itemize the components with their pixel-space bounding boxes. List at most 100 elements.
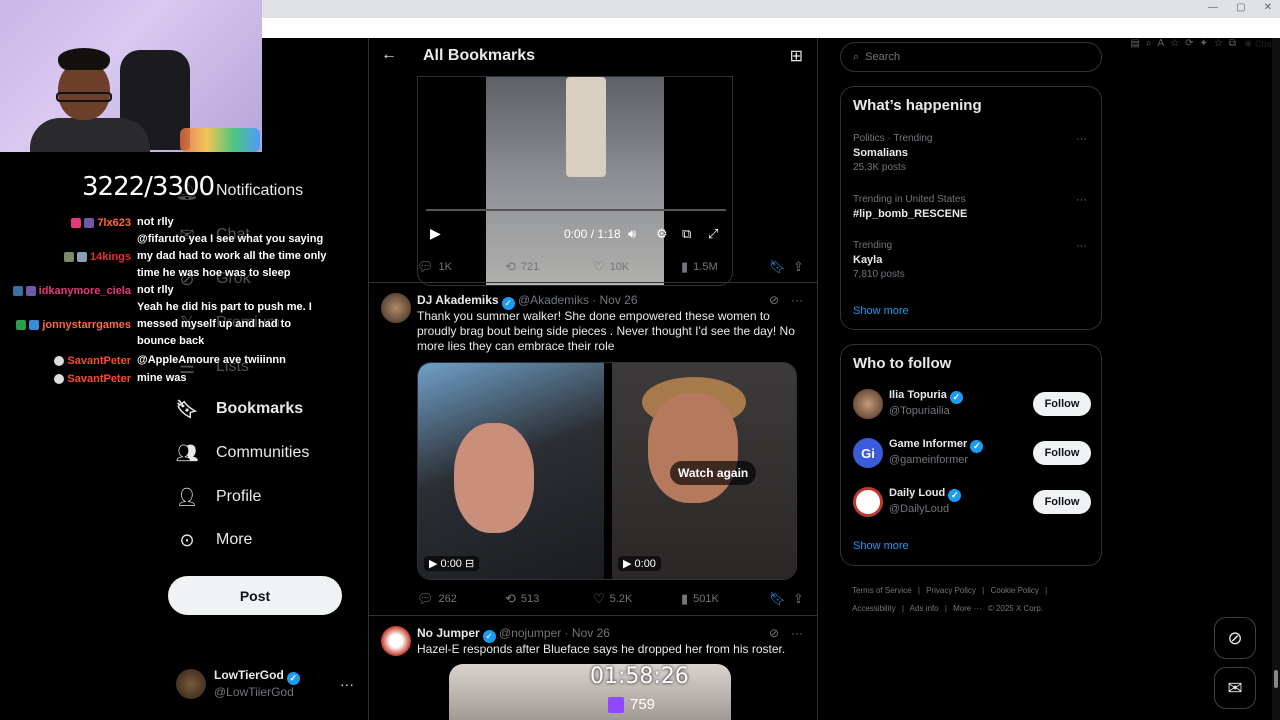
chat-user-cell: 7lx623 — [6, 214, 137, 231]
star-icon[interactable]: ☆ — [1170, 38, 1179, 49]
nav-bookmarks[interactable]: 🔖︎ Bookmarks — [176, 398, 304, 420]
nav-communities[interactable]: 👥︎ Communities — [176, 442, 310, 464]
game-informer-logo-icon[interactable]: Gi — [853, 438, 883, 468]
grok-float-button[interactable]: ⊘ — [1214, 617, 1256, 659]
scrollbar-thumb[interactable] — [1274, 670, 1278, 688]
refresh-icon[interactable]: ⟳ — [1185, 38, 1193, 49]
chat-username[interactable]: 7lx623 — [97, 217, 131, 229]
collections-icon[interactable]: ⧉ — [1229, 38, 1236, 49]
avatar[interactable] — [381, 626, 411, 656]
footer-more-link[interactable]: More ··· — [953, 604, 981, 613]
reader-icon[interactable]: ▤ — [1130, 38, 1139, 49]
trend-item[interactable]: Trending Kayla 7,810 posts ··· — [853, 240, 1093, 280]
share-icon: ⇪ — [793, 591, 804, 606]
accessibility-link[interactable]: Accessibility — [852, 604, 896, 613]
follow-suggestion[interactable]: Ilia Topuria ✓ @Topuriailia Follow — [853, 389, 1091, 421]
privacy-link[interactable]: Privacy Policy — [926, 586, 976, 595]
mail-icon: ✉ — [1227, 677, 1243, 698]
chat-username[interactable]: 14kings — [90, 251, 131, 263]
author-handle[interactable]: @nojumper — [499, 626, 561, 640]
chat-text: not rlly — [137, 216, 174, 228]
daily-loud-logo-icon[interactable] — [853, 487, 883, 517]
tweet-date[interactable]: · Nov 26 — [565, 626, 610, 640]
follow-button[interactable]: Follow — [1033, 490, 1091, 514]
author-name[interactable]: DJ Akademiks — [417, 293, 499, 307]
zoom-icon[interactable]: ⌕ — [1146, 38, 1152, 49]
avatar[interactable] — [381, 293, 411, 323]
views-button[interactable]: ▮ 1.5M — [681, 259, 718, 275]
follow-button[interactable]: Follow — [1033, 441, 1091, 465]
favorites-icon[interactable]: ☆ — [1214, 38, 1223, 49]
play-icon[interactable]: ▶ — [430, 225, 441, 242]
tweet-date[interactable]: · Nov 26 — [592, 293, 637, 307]
views-button[interactable]: ▮ 501K — [681, 591, 719, 607]
watch-again-button[interactable]: Watch again — [670, 461, 757, 485]
more-icon[interactable]: ··· — [791, 293, 803, 307]
bookmark-button[interactable]: 🔖︎ — [769, 259, 786, 275]
avatar[interactable] — [853, 389, 883, 419]
video-player[interactable]: ▶ 0:00 / 1:18 🔊︎ ⚙ ⧉ ⤢ — [417, 76, 733, 286]
nav-more[interactable]: ⊙ More — [176, 529, 252, 551]
account-switcher[interactable]: LowTierGod ✓ @LowTiierGod — [176, 668, 300, 699]
video-progress-bar[interactable] — [426, 209, 726, 211]
share-icon: ⇪ — [793, 259, 804, 274]
chat-text: Yeah he did his part to push me. I messe… — [137, 301, 312, 347]
reply-button[interactable]: 💬︎ 1K — [417, 259, 452, 275]
back-arrow-icon[interactable]: ← — [381, 46, 397, 64]
chat-username[interactable]: SavantPeter — [67, 355, 131, 367]
follow-suggestion[interactable]: Gi Game Informer ✓ @gameinformer Follow — [853, 438, 1091, 470]
show-more-link[interactable]: Show more — [853, 540, 909, 552]
text-icon[interactable]: A — [1157, 38, 1164, 49]
show-more-link[interactable]: Show more — [853, 305, 909, 317]
fullscreen-icon[interactable]: ⤢ — [708, 226, 718, 242]
trend-item[interactable]: Politics · Trending Somalians 25.3K post… — [853, 133, 1093, 173]
maximize-icon[interactable]: ▢ — [1236, 2, 1245, 13]
ads-info-link[interactable]: Ads info — [910, 604, 939, 613]
like-button[interactable]: ♡ 10K — [593, 259, 629, 275]
nav-profile[interactable]: 👤︎ Profile — [176, 486, 262, 508]
new-folder-icon[interactable]: ⊞ — [790, 46, 803, 66]
more-icon[interactable]: ··· — [791, 626, 803, 640]
grok-icon[interactable]: ⊘ — [769, 293, 779, 307]
page-scrollbar[interactable] — [1272, 38, 1280, 720]
follow-suggestion[interactable]: Daily Loud ✓ @DailyLoud Follow — [853, 487, 1091, 519]
chat-username[interactable]: idkanymore_ciela — [39, 285, 131, 297]
video-thumbnail-left[interactable]: ▶ 0:00 ⊟ — [418, 363, 604, 579]
like-button[interactable]: ♡ 5.2K — [593, 591, 632, 607]
search-input[interactable]: ⌕ Search — [840, 42, 1102, 72]
account-more-icon[interactable]: ··· — [340, 676, 354, 692]
share-button[interactable]: ⇪ — [793, 591, 804, 607]
more-icon[interactable]: ··· — [1076, 240, 1087, 252]
author-name[interactable]: No Jumper — [417, 626, 480, 640]
settings-icon[interactable]: ⚙ — [656, 226, 668, 242]
messages-float-button[interactable]: ✉ — [1214, 667, 1256, 709]
post-button[interactable]: Post — [168, 576, 342, 615]
grok-icon[interactable]: ⊘ — [769, 626, 779, 640]
chat-message: SavantPeter mine was — [6, 370, 329, 387]
reply-button[interactable]: 💬︎ 262 — [417, 591, 457, 607]
more-icon[interactable]: ··· — [1076, 133, 1087, 145]
bookmark-button[interactable]: 🔖︎ — [769, 591, 786, 607]
cookie-link[interactable]: Cookie Policy — [990, 586, 1038, 595]
repost-button[interactable]: ⟲ 513 — [505, 591, 539, 607]
browser-chat-button[interactable]: ◉ Chat — [1244, 38, 1274, 49]
minimize-icon[interactable]: — — [1208, 2, 1218, 13]
footer-divider: | — [917, 586, 920, 595]
author-handle[interactable]: @Akademiks — [518, 293, 589, 307]
chat-username[interactable]: SavantPeter — [67, 373, 131, 385]
follow-button[interactable]: Follow — [1033, 392, 1091, 416]
address-bar[interactable]: ▤ ⌕ A ☆ ⟳ ✦ ☆ ⧉ ◉ Chat — [262, 18, 1280, 49]
volume-icon[interactable]: 🔊︎ — [628, 226, 636, 242]
chat-badge-icon — [29, 319, 40, 330]
close-icon[interactable]: ✕ — [1264, 2, 1272, 13]
terms-link[interactable]: Terms of Service — [852, 586, 912, 595]
pip-icon[interactable]: ⧉ — [682, 226, 691, 242]
chat-user-cell: idkanymore_ciela — [6, 282, 137, 299]
chat-username[interactable]: jonnystarrgames — [42, 319, 131, 331]
extension-icon[interactable]: ✦ — [1200, 38, 1208, 49]
more-icon[interactable]: ··· — [1076, 194, 1087, 206]
share-button[interactable]: ⇪ — [793, 259, 804, 275]
repost-button[interactable]: ⟲ 721 — [505, 259, 539, 275]
trend-item[interactable]: Trending in United States #lip_bomb_RESC… — [853, 194, 1093, 220]
video-thumbnail-right[interactable]: Watch again ▶ 0:00 — [612, 363, 796, 579]
